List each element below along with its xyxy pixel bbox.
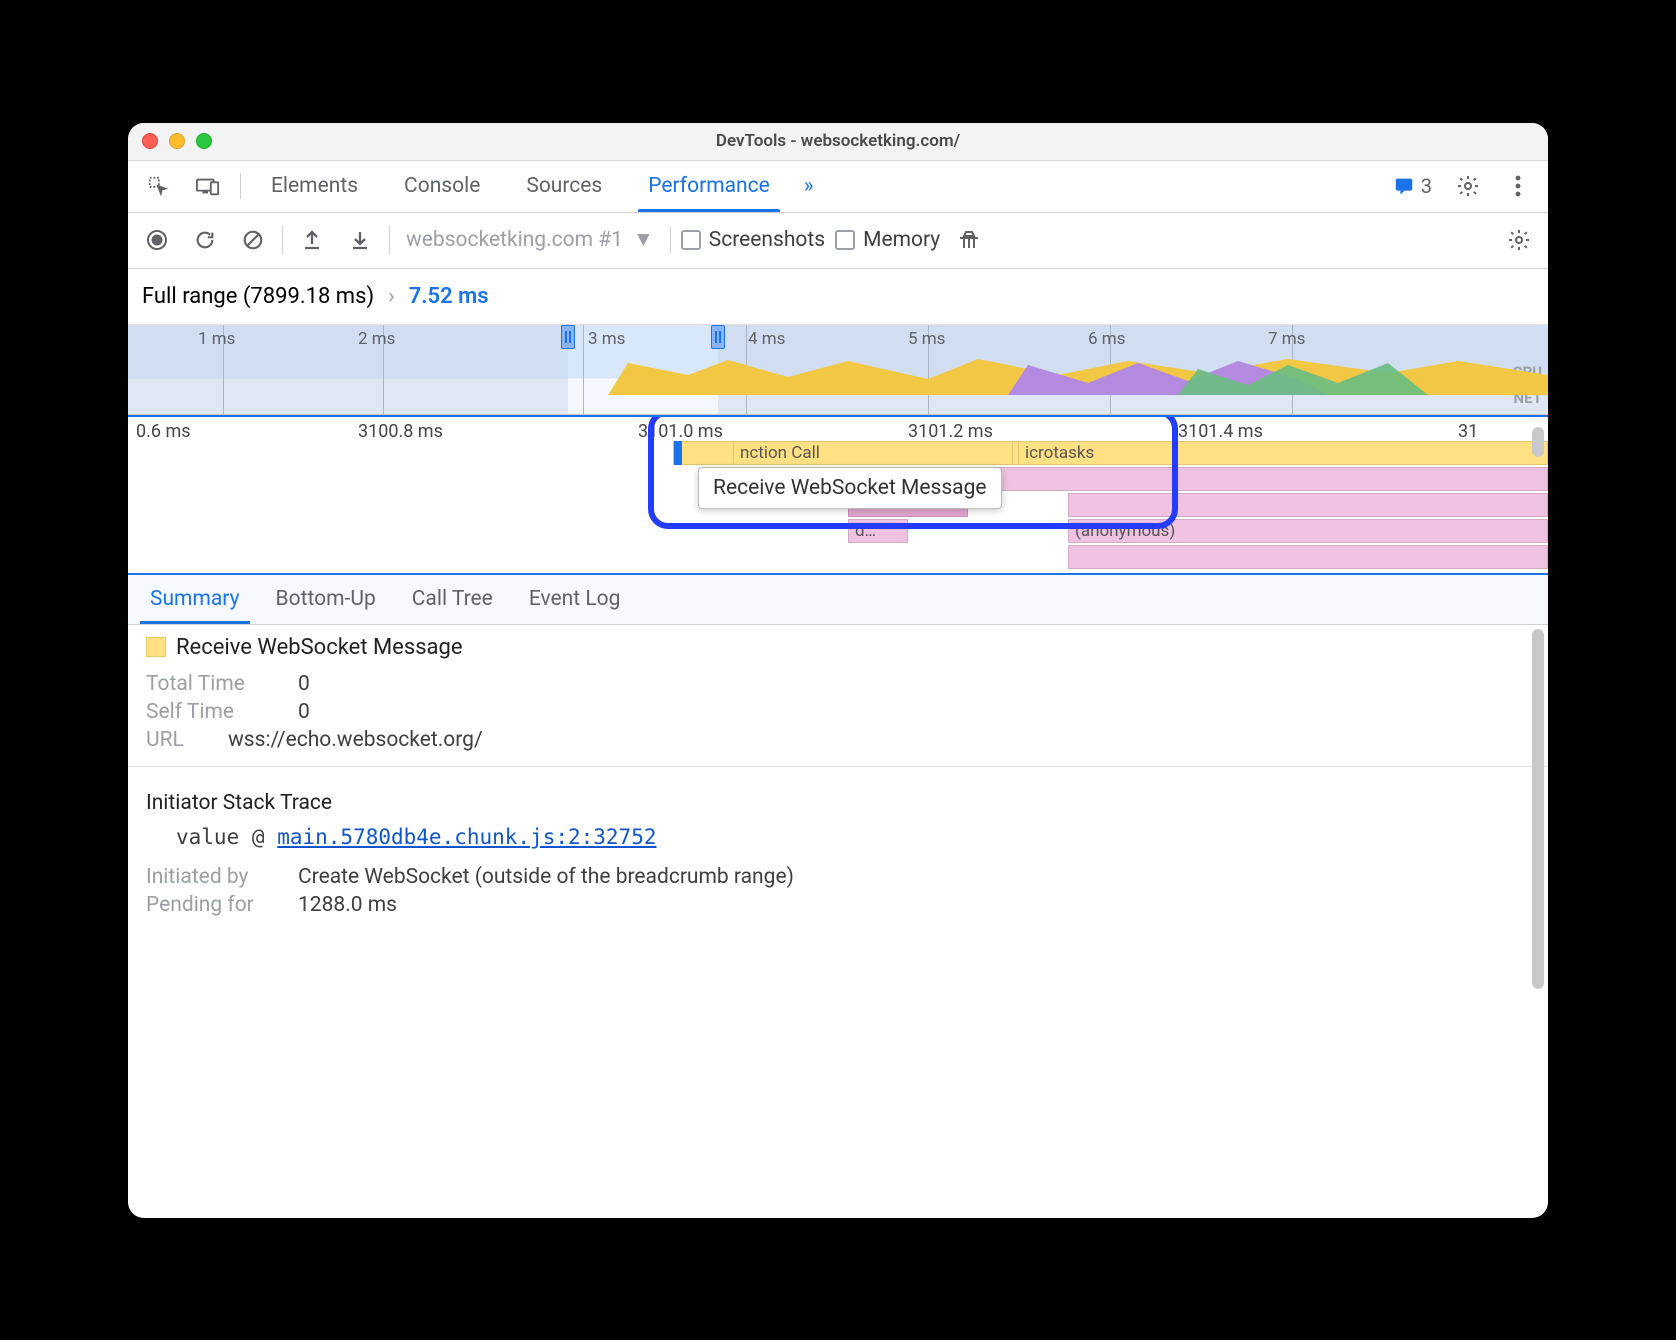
- pending-for-value: 1288.0 ms: [298, 893, 397, 917]
- download-profile-icon[interactable]: [341, 221, 379, 259]
- chevron-right-icon: ›: [388, 284, 395, 309]
- initiated-by-label: Initiated by: [146, 865, 276, 889]
- console-messages-count-value: 3: [1421, 174, 1432, 198]
- flame-block-microtasks[interactable]: icrotasks: [1018, 441, 1178, 465]
- overview-tick: 6 ms: [1088, 329, 1125, 349]
- subtab-bottom-up[interactable]: Bottom-Up: [258, 575, 394, 624]
- console-messages-count[interactable]: 3: [1385, 174, 1440, 198]
- chevron-down-icon: ▼: [633, 228, 654, 252]
- pending-for-label: Pending for: [146, 893, 276, 917]
- more-menu-icon[interactable]: [1496, 167, 1540, 205]
- inspect-element-icon[interactable]: [136, 167, 180, 205]
- tabs-overflow-button[interactable]: »: [796, 161, 822, 212]
- subtab-event-log[interactable]: Event Log: [511, 575, 639, 624]
- flame-tick: 3101.4 ms: [1178, 421, 1263, 442]
- flame-block-selected[interactable]: [674, 441, 682, 465]
- tab-elements[interactable]: Elements: [251, 161, 378, 212]
- window-maximize-button[interactable]: [196, 133, 212, 149]
- total-time-label: Total Time: [146, 672, 276, 696]
- overview-timeline[interactable]: 1 ms 2 ms 3 ms 4 ms 5 ms 6 ms 7 ms CPU N…: [128, 325, 1548, 415]
- devtools-window: DevTools - websocketking.com/ Elements C…: [128, 123, 1548, 1218]
- separator: [670, 226, 671, 254]
- flame-tick: 3100.8 ms: [358, 421, 443, 442]
- collect-garbage-icon[interactable]: [950, 221, 988, 259]
- record-button[interactable]: [138, 221, 176, 259]
- self-time-label: Self Time: [146, 700, 276, 724]
- flame-block[interactable]: [1068, 545, 1548, 569]
- flame-tick: 0.6 ms: [136, 421, 191, 442]
- overview-tick: 4 ms: [748, 329, 785, 349]
- separator: [282, 226, 283, 254]
- flame-chart[interactable]: 0.6 ms 3100.8 ms 3101.0 ms 3101.2 ms 310…: [128, 415, 1548, 575]
- summary-panel: Receive WebSocket Message Total Time 0 S…: [128, 625, 1548, 1218]
- screenshots-label: Screenshots: [709, 228, 825, 252]
- initiator-stack-header: Initiator Stack Trace: [146, 791, 1530, 815]
- event-color-chip: [146, 637, 166, 657]
- performance-toolbar: websocketking.com #1 ▼ Screenshots Memor…: [128, 213, 1548, 269]
- subtab-summary[interactable]: Summary: [132, 575, 258, 624]
- flame-tick: 31: [1458, 421, 1478, 442]
- initiated-by-value: Create WebSocket (outside of the breadcr…: [298, 865, 794, 889]
- upload-profile-icon[interactable]: [293, 221, 331, 259]
- stack-frame-link[interactable]: main.5780db4e.chunk.js:2:32752: [277, 825, 656, 849]
- tab-performance[interactable]: Performance: [628, 161, 789, 212]
- url-label: URL: [146, 728, 206, 752]
- window-minimize-button[interactable]: [169, 133, 185, 149]
- memory-toggle[interactable]: Memory: [835, 228, 940, 252]
- overview-tick: 3 ms: [588, 329, 625, 349]
- memory-label: Memory: [863, 228, 940, 252]
- self-time-value: 0: [298, 700, 310, 724]
- separator: [389, 226, 390, 254]
- overview-handle-right[interactable]: [711, 325, 725, 349]
- flame-block[interactable]: [1068, 493, 1548, 517]
- flame-tick: 3101.2 ms: [908, 421, 993, 442]
- overview-tick: 5 ms: [908, 329, 945, 349]
- url-value: wss://echo.websocket.org/: [228, 728, 483, 752]
- window-close-button[interactable]: [142, 133, 158, 149]
- overview-handle-left[interactable]: [561, 325, 575, 349]
- divider: [128, 766, 1548, 767]
- subtab-call-tree[interactable]: Call Tree: [394, 575, 511, 624]
- separator: [240, 173, 241, 199]
- tab-sources[interactable]: Sources: [506, 161, 622, 212]
- scrollbar-thumb[interactable]: [1532, 629, 1544, 989]
- overview-tick: 7 ms: [1268, 329, 1305, 349]
- tab-console[interactable]: Console: [384, 161, 500, 212]
- overview-cpu-chart: [128, 355, 1548, 395]
- settings-gear-icon[interactable]: [1446, 167, 1490, 205]
- checkbox-icon: [835, 230, 855, 250]
- main-tabs: Elements Console Sources Performance » 3: [128, 161, 1548, 213]
- recording-select-label: websocketking.com #1: [406, 228, 623, 252]
- checkbox-icon: [681, 230, 701, 250]
- overview-tick: 2 ms: [358, 329, 395, 349]
- traffic-lights: [142, 133, 212, 149]
- reload-record-button[interactable]: [186, 221, 224, 259]
- window-title: DevTools - websocketking.com/: [128, 131, 1548, 151]
- performance-settings-gear-icon[interactable]: [1500, 221, 1538, 259]
- scrollbar-thumb[interactable]: [1532, 427, 1544, 457]
- stack-frame-fn: value: [176, 825, 239, 849]
- flame-block-function-call[interactable]: nction Call: [733, 441, 1013, 465]
- flame-tooltip: Receive WebSocket Message: [698, 467, 1002, 509]
- flame-block-d[interactable]: d…: [848, 519, 908, 543]
- flame-block-anonymous[interactable]: (anonymous): [1068, 519, 1548, 543]
- overview-tick: 1 ms: [198, 329, 235, 349]
- event-title: Receive WebSocket Message: [176, 635, 463, 660]
- titlebar: DevTools - websocketking.com/: [128, 123, 1548, 161]
- recording-select[interactable]: websocketking.com #1 ▼: [400, 228, 660, 252]
- total-time-value: 0: [298, 672, 310, 696]
- flame-tick: 3101.0 ms: [638, 421, 723, 442]
- full-range-button[interactable]: Full range (7899.18 ms): [142, 284, 374, 309]
- range-breadcrumb: Full range (7899.18 ms) › 7.52 ms: [128, 269, 1548, 325]
- detail-subtabs: Summary Bottom-Up Call Tree Event Log: [128, 575, 1548, 625]
- selected-range: 7.52 ms: [409, 284, 489, 309]
- stack-frame-at: @: [252, 825, 265, 849]
- clear-button[interactable]: [234, 221, 272, 259]
- screenshots-toggle[interactable]: Screenshots: [681, 228, 825, 252]
- device-toolbar-icon[interactable]: [186, 167, 230, 205]
